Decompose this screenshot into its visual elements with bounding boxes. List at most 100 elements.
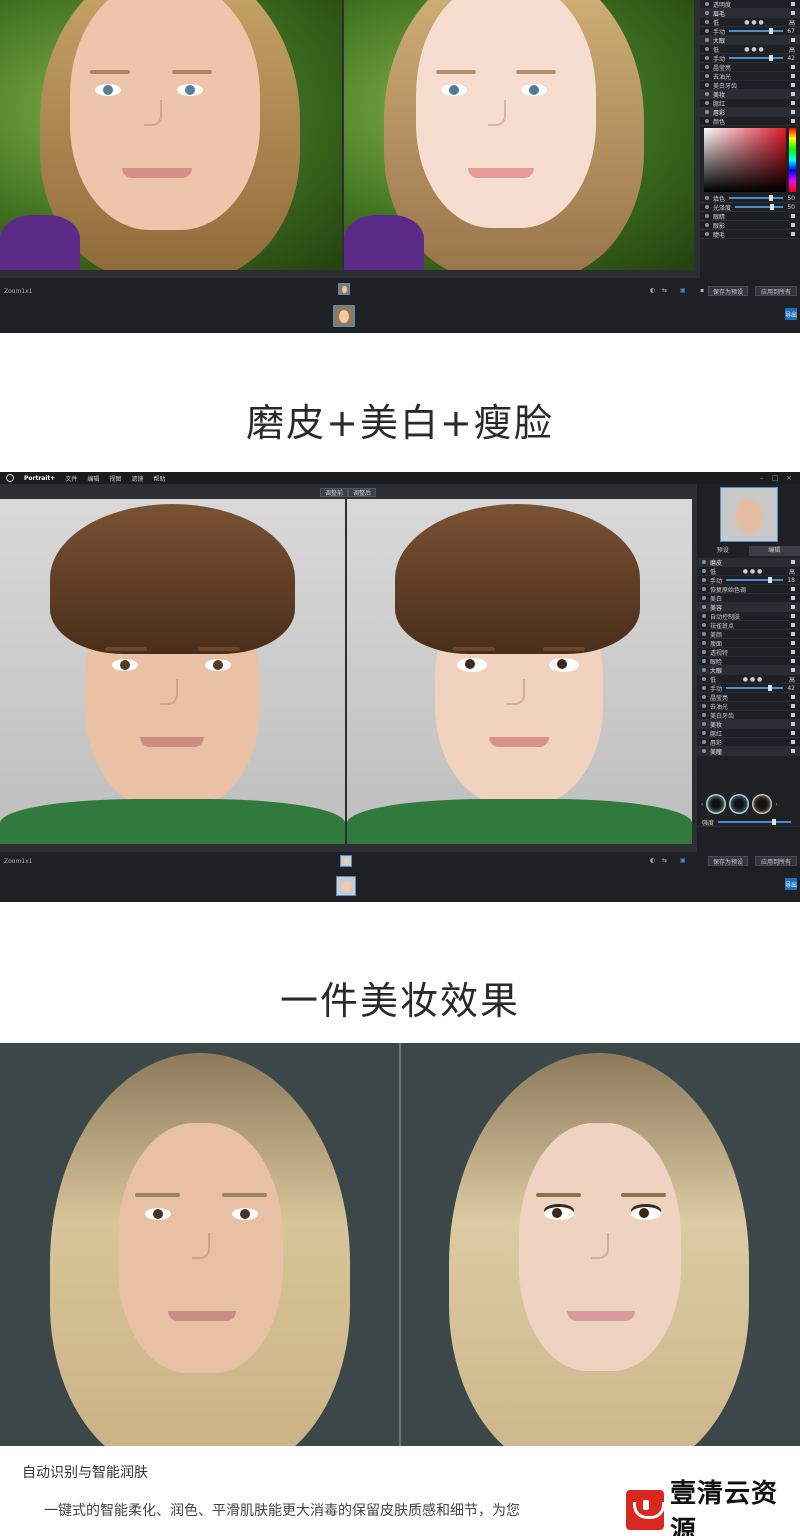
- bullet-icon: [702, 686, 706, 690]
- apply-all-button[interactable]: 应用到所有: [755, 286, 797, 296]
- compare-icon[interactable]: ◐: [650, 287, 655, 294]
- checkbox-icon[interactable]: [791, 740, 795, 744]
- maximize-icon[interactable]: □: [772, 474, 779, 482]
- checkbox-icon[interactable]: [791, 605, 795, 609]
- panel-slider[interactable]: [729, 55, 784, 61]
- panel-slider-value[interactable]: 18: [787, 577, 795, 584]
- menu-file[interactable]: 文件: [65, 474, 77, 483]
- tab-after[interactable]: 调整后: [348, 488, 377, 497]
- panel-row[interactable]: 颜色: [700, 117, 800, 126]
- checkbox-icon[interactable]: [791, 695, 795, 699]
- checkbox-icon[interactable]: [791, 623, 795, 627]
- panel-row-label: 光泽度: [713, 204, 732, 212]
- panel-slider-value[interactable]: 50: [787, 195, 795, 202]
- split-view-icon[interactable]: ⇆: [662, 857, 667, 864]
- iris-preset-2[interactable]: [729, 794, 750, 814]
- close-icon[interactable]: ×: [786, 474, 792, 482]
- left-brow: [105, 647, 147, 651]
- color-field[interactable]: [704, 128, 786, 192]
- save-icon[interactable]: ▪: [700, 287, 704, 294]
- checkbox-icon[interactable]: [791, 731, 795, 735]
- checkbox-icon[interactable]: [791, 560, 795, 564]
- panel-slider-value[interactable]: 50: [787, 204, 795, 211]
- panel-row[interactable]: 睫毛: [700, 230, 800, 239]
- checkbox-icon[interactable]: [791, 650, 795, 654]
- filmstrip-thumb-small[interactable]: [340, 855, 352, 867]
- panel-slider-value[interactable]: 42: [787, 55, 795, 62]
- minimize-icon[interactable]: –: [760, 474, 764, 482]
- checkbox-icon[interactable]: [791, 704, 795, 708]
- checkbox-icon[interactable]: [791, 722, 795, 726]
- checkbox-icon[interactable]: [791, 713, 795, 717]
- panel-slider[interactable]: [729, 195, 784, 201]
- intensity-row[interactable]: 强度: [697, 818, 800, 827]
- chevron-right-icon[interactable]: ›: [775, 801, 777, 808]
- filmstrip-thumb[interactable]: [333, 305, 355, 327]
- panel-slider-value[interactable]: 42: [787, 685, 795, 692]
- checkbox-icon[interactable]: [791, 632, 795, 636]
- checkbox-icon[interactable]: [791, 587, 795, 591]
- checkbox-icon[interactable]: [791, 668, 795, 672]
- checkbox-icon[interactable]: [791, 749, 795, 753]
- chevron-left-icon[interactable]: ‹: [701, 801, 703, 808]
- checkbox-icon[interactable]: [791, 641, 795, 645]
- filmstrip-thumb[interactable]: [336, 876, 356, 896]
- hue-strip[interactable]: [789, 128, 796, 192]
- tab-edit[interactable]: 编辑: [748, 546, 800, 556]
- split-view-icon[interactable]: ⇆: [662, 287, 667, 294]
- menu-view[interactable]: 视图: [109, 474, 121, 483]
- export-button[interactable]: 导出: [785, 878, 797, 890]
- checkbox-icon[interactable]: [791, 223, 795, 227]
- checkbox-icon[interactable]: [791, 614, 795, 618]
- menu-edit[interactable]: 编辑: [87, 474, 99, 483]
- checkbox-icon[interactable]: [791, 596, 795, 600]
- panel-slider[interactable]: [726, 685, 784, 691]
- level-selector[interactable]: ● ● ●: [719, 46, 789, 53]
- checkbox-icon[interactable]: [791, 101, 795, 105]
- left-brow: [135, 1193, 180, 1197]
- tab-before[interactable]: 调整前: [320, 488, 349, 497]
- level-selector[interactable]: ● ● ●: [716, 568, 789, 575]
- checkbox-icon[interactable]: [791, 110, 795, 114]
- checkbox-icon[interactable]: [791, 2, 795, 6]
- checkbox-icon[interactable]: [791, 83, 795, 87]
- checkbox-icon[interactable]: [791, 65, 795, 69]
- apply-all-button[interactable]: 应用到所有: [755, 856, 797, 866]
- checkbox-icon[interactable]: [791, 38, 795, 42]
- navigator-thumb[interactable]: [720, 487, 778, 542]
- bullet-icon: [705, 74, 709, 78]
- checkbox-icon[interactable]: [791, 119, 795, 123]
- save-preset-button[interactable]: 保存为预设: [708, 286, 748, 296]
- checkbox-icon[interactable]: [791, 659, 795, 663]
- export-button[interactable]: 导出: [785, 308, 797, 320]
- panel-slider[interactable]: [729, 28, 784, 34]
- panel-slider[interactable]: [726, 577, 784, 583]
- right-brow: [172, 70, 212, 74]
- level-selector[interactable]: ● ● ●: [719, 19, 789, 26]
- checkbox-icon[interactable]: [791, 214, 795, 218]
- panel-slider-value[interactable]: 67: [787, 28, 795, 35]
- save-preset-button[interactable]: 保存为预设: [708, 856, 748, 866]
- checkbox-icon[interactable]: [791, 92, 795, 96]
- lips: [489, 737, 549, 747]
- filmstrip-thumb-small[interactable]: [338, 283, 350, 295]
- menu-help[interactable]: 帮助: [153, 474, 165, 483]
- iris-preset-1[interactable]: [706, 794, 727, 814]
- intensity-slider[interactable]: [718, 819, 791, 825]
- iris-preset-3[interactable]: [752, 794, 773, 814]
- checkbox-icon[interactable]: [791, 232, 795, 236]
- checkbox-icon[interactable]: [791, 11, 795, 15]
- color-picker[interactable]: [704, 128, 796, 192]
- view-toggle-icon[interactable]: ▣: [680, 287, 686, 294]
- panel-row-label: 美白牙齿: [710, 712, 735, 720]
- panel-row[interactable]: 美瞳: [697, 747, 800, 756]
- right-eye: [205, 659, 231, 671]
- panel-row-label: 腮红: [710, 730, 723, 738]
- view-toggle-icon[interactable]: ▣: [680, 857, 686, 864]
- menu-filter[interactable]: 滤镜: [131, 474, 143, 483]
- panel-slider[interactable]: [735, 204, 784, 210]
- level-selector[interactable]: ● ● ●: [716, 676, 789, 683]
- tab-presets[interactable]: 预设: [697, 546, 749, 556]
- checkbox-icon[interactable]: [791, 74, 795, 78]
- compare-icon[interactable]: ◐: [650, 857, 655, 864]
